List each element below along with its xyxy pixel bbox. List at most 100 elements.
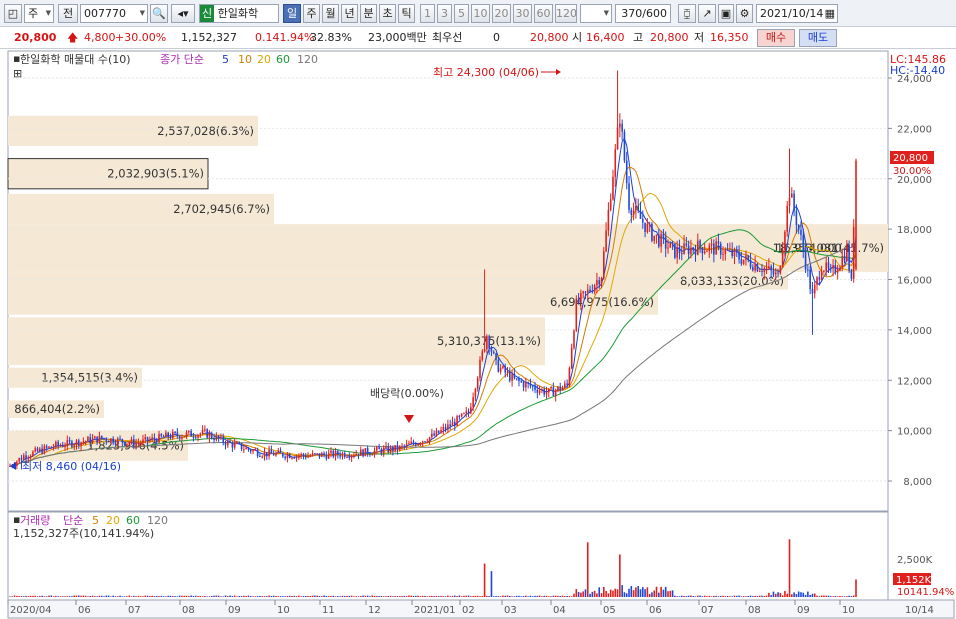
candle-body: [536, 389, 539, 393]
volume-bar: [183, 595, 186, 597]
gear-icon[interactable]: ⚙: [736, 4, 753, 23]
volume-bar: [827, 595, 830, 597]
candle-body: [625, 160, 628, 184]
volume-bar: [804, 594, 807, 597]
time-tick-label: 08: [182, 605, 195, 616]
candle-body: [474, 388, 477, 398]
interval-3[interactable]: 3: [437, 4, 452, 23]
period-minute[interactable]: 분: [360, 4, 377, 23]
volume-panel: [7, 511, 889, 601]
volume-bar: [483, 563, 486, 597]
volume-bar: [387, 595, 390, 597]
date-field[interactable]: 2021/10/14 ▦: [756, 4, 838, 23]
volume-bar: [378, 596, 380, 597]
candle-body: [137, 443, 140, 445]
volume-bar: [357, 596, 360, 597]
period-tick[interactable]: 틱: [398, 4, 415, 23]
volume-bar: [119, 595, 121, 597]
candle-body: [685, 243, 688, 246]
crosshair-icon[interactable]: ⊞: [13, 67, 22, 80]
candle-body: [96, 436, 98, 443]
volume-bar: [68, 596, 71, 597]
save-icon[interactable]: ▣: [718, 4, 734, 23]
candle-body: [504, 366, 507, 373]
volume-ma-20-label: 20: [106, 514, 120, 527]
candle-body: [304, 455, 307, 458]
volume-bar: [577, 592, 580, 597]
volume-bar: [346, 595, 348, 597]
interval-120[interactable]: 120: [555, 4, 577, 23]
open-value: 16,400: [586, 31, 625, 44]
interval-30[interactable]: 30: [513, 4, 532, 23]
candle-body: [265, 452, 268, 457]
volume-bar: [34, 595, 37, 597]
open-label: 시: [572, 31, 583, 44]
candle-body: [509, 371, 511, 381]
period-daily[interactable]: 일: [283, 4, 301, 23]
volume-bar: [653, 590, 656, 597]
window-icon[interactable]: ◰: [4, 4, 22, 23]
candle-body: [442, 427, 445, 430]
candle-icon[interactable]: ⧮: [678, 4, 696, 23]
volume-bar: [504, 595, 507, 597]
volume-bar: [318, 596, 321, 597]
candle-body: [829, 268, 832, 270]
candle-body: [364, 448, 367, 457]
volume-bar: [843, 596, 846, 597]
interval-1[interactable]: 1: [420, 4, 435, 23]
candle-body: [554, 390, 557, 396]
candle-body: [309, 455, 312, 457]
candle-body: [142, 439, 144, 443]
candle-body: [433, 433, 435, 436]
interval-select[interactable]: [580, 4, 612, 23]
candle-body: [188, 430, 190, 433]
calendar-icon[interactable]: ▦: [825, 5, 835, 22]
candle-body: [568, 368, 571, 385]
volume-bar: [593, 590, 596, 597]
volume-bar: [371, 595, 374, 597]
candle-body: [742, 259, 745, 264]
period-yearly[interactable]: 년: [341, 4, 358, 23]
candle-body: [653, 235, 656, 241]
stock-code-input[interactable]: 007770: [80, 4, 148, 23]
volume-bar: [623, 592, 626, 597]
candle-body: [231, 442, 234, 448]
candle-body: [233, 443, 236, 448]
period-weekly[interactable]: 주: [303, 4, 320, 23]
period-second[interactable]: 초: [379, 4, 396, 23]
bar-count-field[interactable]: 370/600: [615, 4, 671, 23]
market-select[interactable]: 주: [24, 4, 54, 23]
interval-5[interactable]: 5: [454, 4, 469, 23]
volume-bar: [761, 595, 763, 597]
interval-10[interactable]: 10: [471, 4, 490, 23]
search-icon[interactable]: 🔍: [150, 4, 168, 23]
indicator-icon[interactable]: ↗: [698, 4, 716, 23]
candle-body: [71, 441, 73, 448]
volume-bar: [600, 593, 603, 597]
candle-body: [616, 127, 619, 150]
volume-bar: [350, 595, 353, 597]
prev-button[interactable]: 전: [58, 4, 78, 23]
candle-body: [600, 278, 603, 285]
speaker-icon[interactable]: ◂▾: [171, 4, 195, 23]
time-tick-label: 03: [504, 605, 517, 616]
volume-bar: [224, 595, 227, 597]
volume-bar: [708, 595, 711, 597]
volume-bar: [277, 596, 280, 597]
interval-20[interactable]: 20: [492, 4, 511, 23]
candle-body: [80, 442, 82, 447]
buy-button[interactable]: 매수: [757, 29, 795, 47]
stock-chart[interactable]: 2,537,028(6.3%) 2,032,903(5.1%) 2,702,945(…: [0, 49, 956, 619]
volume-bar: [343, 596, 346, 597]
volume-bar: [52, 596, 55, 597]
candle-body: [252, 450, 254, 452]
volume-bar: [731, 596, 733, 597]
volume-bar: [153, 596, 156, 597]
candle-body: [415, 443, 417, 446]
volume-bar: [268, 595, 270, 597]
interval-60[interactable]: 60: [534, 4, 553, 23]
candle-body: [291, 457, 293, 459]
period-monthly[interactable]: 월: [322, 4, 339, 23]
sell-button[interactable]: 매도: [799, 29, 837, 47]
candle-body: [330, 450, 332, 454]
